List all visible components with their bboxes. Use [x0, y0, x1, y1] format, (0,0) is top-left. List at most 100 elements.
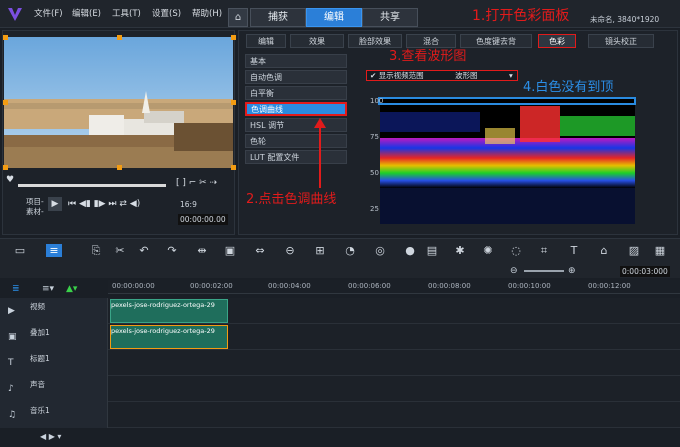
side-item-tone-curve[interactable]: 色调曲线	[245, 102, 347, 116]
crop-handle[interactable]	[3, 35, 8, 40]
add-icon[interactable]: ▲▾	[66, 284, 77, 294]
video-track-icon: ▶	[8, 306, 15, 316]
tool-icon[interactable]: ▣	[222, 244, 238, 257]
tool-icon[interactable]: ⇹	[194, 244, 210, 257]
chevron-down-icon: ▾	[509, 71, 513, 80]
menu-help[interactable]: 帮助(H)	[192, 7, 222, 19]
voice-track-icon: ♪	[8, 384, 14, 394]
ruler-tick: 00:00:02:00	[190, 282, 233, 290]
side-item-whitebalance[interactable]: 白平衡	[245, 86, 347, 100]
trim-icons[interactable]: [ ] ⌐ ✂ ⇢	[176, 178, 217, 188]
side-item-colorwheel[interactable]: 色轮	[245, 134, 347, 148]
track-header	[0, 376, 108, 402]
track-manager-icon[interactable]: ≣	[12, 284, 20, 294]
timeline-view-icon[interactable]: ≡	[46, 244, 62, 257]
arrow-up-icon	[314, 118, 326, 188]
zoom-slider[interactable]	[524, 270, 564, 272]
chapter-icon[interactable]: ≡▾	[42, 284, 54, 294]
crop-handle[interactable]	[231, 165, 236, 170]
tool-icon[interactable]: T	[566, 244, 582, 257]
menu-tools[interactable]: 工具(T)	[112, 7, 141, 19]
ruler-tick: 00:00:00:00	[112, 282, 155, 290]
timeline-footer	[0, 430, 680, 447]
tool-icon[interactable]: ⌂	[596, 244, 612, 257]
crop-handle[interactable]	[3, 100, 8, 105]
ruler-tick: 00:00:10:00	[508, 282, 551, 290]
crop-handle[interactable]	[117, 165, 122, 170]
project-filename: 未命名, 3840*1920	[590, 15, 660, 24]
zoom-in-icon[interactable]: ⊕	[568, 266, 576, 276]
track-name: 音乐1	[30, 406, 50, 415]
side-item-basic[interactable]: 基本	[245, 54, 347, 68]
side-item-hsl[interactable]: HSL 调节	[245, 118, 347, 132]
tab-capture[interactable]: 捕获	[250, 8, 306, 27]
title-track-icon: T	[8, 358, 14, 368]
storyboard-view-icon[interactable]: ▭	[12, 244, 28, 257]
tab-fx-lens[interactable]: 镜头校正	[588, 34, 654, 48]
side-item-lut[interactable]: LUT 配置文件	[245, 150, 347, 164]
timeline-timecode[interactable]: 0:00:03:000	[620, 266, 670, 277]
track-name: 声音	[30, 380, 45, 389]
scope-dropdown[interactable]: ✔ 显示视频范围 波形图 ▾	[366, 70, 518, 81]
music-track-icon: ♫	[8, 410, 17, 420]
ruler-tick: 00:00:08:00	[428, 282, 471, 290]
tab-fx-effect[interactable]: 效果	[290, 34, 344, 48]
annotation-4: 4.白色没有到顶	[523, 80, 614, 95]
overlay-clip[interactable]: pexels-jose-rodriguez-ortega-29	[110, 325, 228, 349]
preview-image	[4, 37, 233, 168]
scope-top-highlight	[378, 97, 636, 105]
clip-label: pexels-jose-rodriguez-ortega-29	[111, 327, 215, 335]
tab-fx-color[interactable]: 色彩	[538, 34, 576, 48]
show-range-checkbox[interactable]: ✔	[370, 71, 379, 80]
tool-icon[interactable]: ◎	[372, 244, 388, 257]
tool-icon[interactable]: ▦	[652, 244, 668, 257]
menu-edit[interactable]: 编辑(E)	[72, 7, 101, 19]
ruler-tick: 00:00:04:00	[268, 282, 311, 290]
tool-icon[interactable]: ✺	[480, 244, 496, 257]
tab-edit[interactable]: 编辑	[306, 8, 362, 27]
waveform-scope	[380, 98, 635, 224]
tab-fx-edit[interactable]: 编辑	[246, 34, 286, 48]
crop-handle[interactable]	[231, 100, 236, 105]
tool-icon[interactable]: ⊞	[312, 244, 328, 257]
tool-icon[interactable]: ⇔	[252, 244, 268, 257]
menu-settings[interactable]: 设置(S)	[152, 7, 181, 19]
tab-share[interactable]: 共享	[362, 8, 418, 27]
transport-icons[interactable]: ⏮ ◀▮ ▮▶ ⏭ ⇄ ◀)	[68, 199, 140, 209]
scrub-bar[interactable]	[18, 184, 166, 187]
tool-icon[interactable]: ⌗	[536, 244, 552, 258]
tool-icon[interactable]: ✱	[452, 244, 468, 257]
menu-file[interactable]: 文件(F)	[34, 7, 63, 19]
nav-icons[interactable]: ◀ ▶ ▾	[40, 432, 61, 441]
redo-icon[interactable]: ↷	[164, 244, 180, 257]
crop-handle[interactable]	[231, 35, 236, 40]
tab-fx-chroma[interactable]: 色度键去背	[460, 34, 532, 48]
undo-icon[interactable]: ↶	[136, 244, 152, 257]
overlay-track-icon: ▣	[8, 332, 17, 342]
play-button[interactable]: ▶	[48, 197, 62, 211]
volume-icon[interactable]: ♥	[6, 175, 14, 185]
zoom-out-icon[interactable]: ⊖	[510, 266, 518, 276]
video-clip[interactable]: pexels-jose-rodriguez-ortega-29	[110, 299, 228, 323]
crop-handle[interactable]	[3, 165, 8, 170]
aspect-ratio[interactable]: 16:9	[180, 200, 197, 209]
track-name: 视频	[30, 302, 45, 311]
preview-timecode[interactable]: 00:00:00.00	[178, 214, 228, 225]
scope-mode[interactable]: 波形图	[455, 71, 478, 80]
tool-icon[interactable]: ◔	[342, 244, 358, 257]
tool-icon[interactable]: ▤	[424, 244, 440, 257]
tool-icon[interactable]: ⎘	[88, 244, 104, 258]
clip-label: pexels-jose-rodriguez-ortega-29	[111, 301, 215, 309]
crop-handle[interactable]	[117, 35, 122, 40]
tool-icon[interactable]: ●	[402, 244, 418, 257]
tool-icon[interactable]: ▨	[626, 244, 642, 257]
clip-label[interactable]: 素材-	[26, 206, 44, 217]
tool-icon[interactable]: ✂	[112, 244, 128, 257]
annotation-2: 2.点击色调曲线	[246, 192, 337, 207]
tool-icon[interactable]: ⊖	[282, 244, 298, 257]
side-item-autotone[interactable]: 自动色调	[245, 70, 347, 84]
tool-icon[interactable]: ◌	[508, 244, 524, 257]
home-icon[interactable]: ⌂	[228, 8, 248, 27]
annotation-1: 1.打开色彩面板	[472, 8, 570, 24]
track-header	[0, 402, 108, 428]
